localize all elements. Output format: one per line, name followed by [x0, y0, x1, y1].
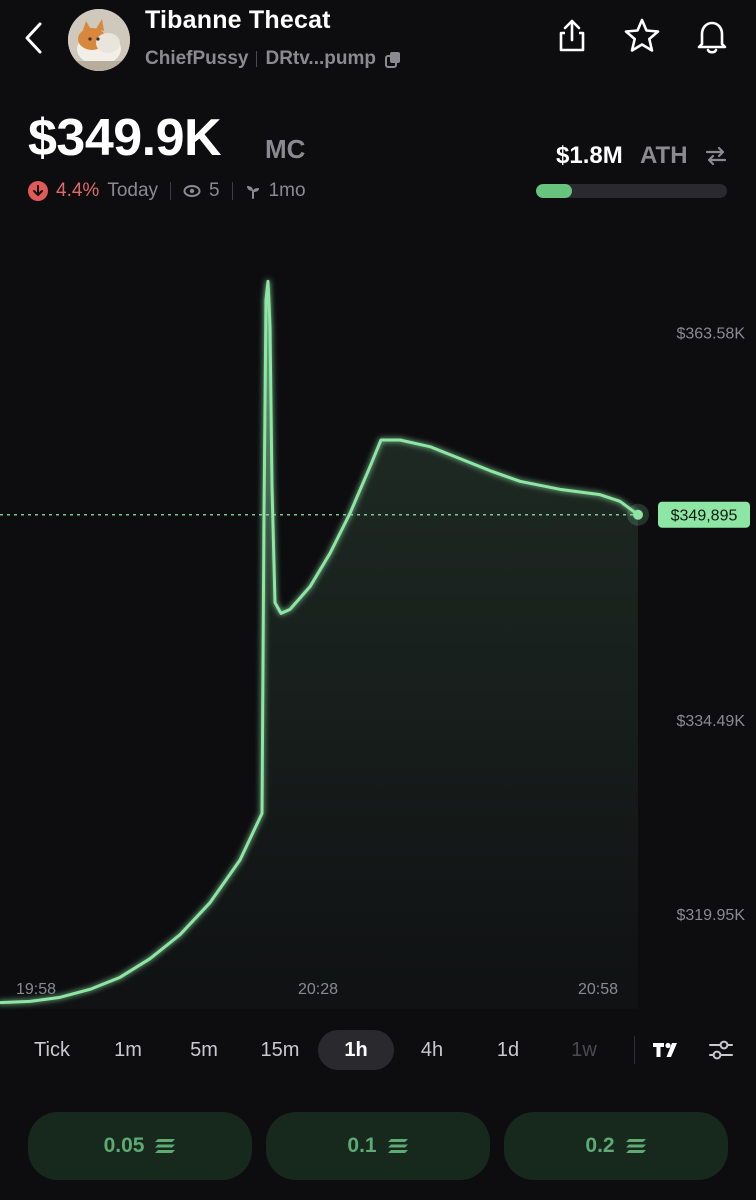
quick-buy-amount: 0.2	[585, 1134, 615, 1157]
timeframe-1d[interactable]: 1d	[470, 1030, 546, 1070]
timeframe-1h[interactable]: 1h	[318, 1030, 394, 1070]
solana-icon	[155, 1139, 176, 1153]
quick-buy-button-1[interactable]: 0.05	[28, 1112, 252, 1180]
solana-icon	[387, 1139, 408, 1153]
change-period: Today	[107, 180, 159, 201]
current-price-label: $349,895	[671, 508, 738, 525]
token-subtitle: ChiefPussy DRtv...pump	[145, 48, 402, 70]
chart-settings-icon[interactable]	[701, 1030, 741, 1070]
creator-name[interactable]: ChiefPussy	[145, 48, 248, 70]
token-age: 1mo	[268, 180, 306, 201]
token-name: Tibanne Thecat	[145, 6, 331, 34]
change-percent: 4.4%	[56, 180, 100, 201]
watchers-count: 5	[209, 180, 220, 201]
contract-address[interactable]: DRtv...pump	[265, 48, 375, 70]
ath-label: ATH	[640, 142, 688, 169]
solana-icon	[625, 1139, 646, 1153]
market-cap-label: MC	[265, 134, 306, 164]
price-area-fill	[0, 281, 638, 1009]
divider	[256, 51, 258, 67]
y-tick-label: $334.49K	[676, 713, 745, 730]
notifications-button[interactable]	[692, 16, 732, 56]
favorite-button[interactable]	[622, 16, 662, 56]
timeframe-1m[interactable]: 1m	[90, 1030, 166, 1070]
price-chart[interactable]: $363.58K $334.49K $319.95K $349,895 19:58 20:…	[0, 220, 756, 1020]
current-price-dot	[633, 509, 643, 520]
divider	[634, 1036, 635, 1064]
y-tick-label: $363.58K	[676, 325, 745, 342]
ath-progress-fill	[536, 184, 573, 198]
timeframe-1w[interactable]: 1w	[546, 1030, 622, 1070]
bell-icon	[697, 21, 727, 54]
x-tick-label: 20:28	[298, 981, 338, 998]
share-icon	[559, 19, 585, 52]
divider	[231, 182, 233, 200]
sprout-icon	[246, 186, 259, 199]
swap-toggle[interactable]	[703, 144, 729, 168]
down-arrow-icon	[28, 181, 48, 201]
back-button[interactable]	[18, 20, 52, 56]
stats-row: 4.4% Today 5 1mo	[28, 180, 306, 202]
x-tick-label: 20:58	[578, 981, 618, 998]
timeframe-selector: Tick 1m 5m 15m 1h 4h 1d 1w	[14, 1027, 756, 1073]
back-icon	[25, 22, 42, 54]
quick-buy-amount: 0.05	[103, 1134, 145, 1157]
timeframe-15m[interactable]: 15m	[242, 1030, 318, 1070]
star-icon	[624, 18, 660, 52]
y-tick-label: $319.95K	[676, 907, 745, 924]
copy-icon[interactable]	[384, 50, 402, 68]
eye-icon	[183, 185, 201, 197]
timeframe-5m[interactable]: 5m	[166, 1030, 242, 1070]
quick-buy-button-2[interactable]: 0.1	[266, 1112, 490, 1180]
divider	[170, 182, 172, 200]
x-tick-label: 19:58	[16, 981, 56, 998]
token-avatar	[68, 9, 130, 71]
timeframe-tick[interactable]: Tick	[14, 1030, 90, 1070]
timeframe-4h[interactable]: 4h	[394, 1030, 470, 1070]
quick-buy-amount: 0.1	[347, 1134, 377, 1157]
swap-icon	[705, 146, 727, 166]
ath-progress-bar	[536, 184, 727, 198]
tradingview-icon[interactable]	[647, 1030, 687, 1070]
cat-avatar-icon	[68, 9, 130, 71]
market-cap-value: $349.9K	[28, 109, 222, 167]
share-button[interactable]	[552, 16, 592, 56]
quick-buy-button-3[interactable]: 0.2	[504, 1112, 728, 1180]
ath-value: $1.8M	[556, 142, 623, 169]
